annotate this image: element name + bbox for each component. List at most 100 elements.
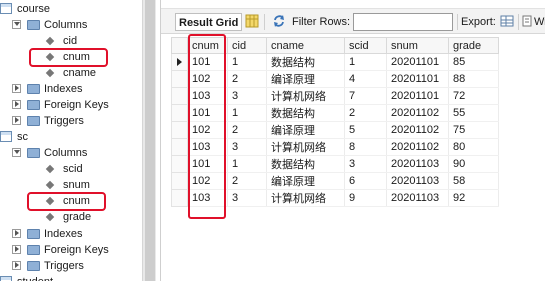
tree-course-indexes[interactable]: Indexes [0,81,140,97]
cell-cname[interactable]: 计算机网络 [266,189,345,207]
expand-icon[interactable] [12,229,21,238]
column-icon [45,212,55,222]
tree-table-sc[interactable]: sc [0,129,140,145]
navigator-scrollbar[interactable] [142,0,156,281]
scrollbar-thumb[interactable] [145,0,155,281]
cell-grade[interactable]: 88 [448,70,499,88]
tree-course-columns[interactable]: Columns [0,17,140,33]
tree-sc-indexes[interactable]: Indexes [0,226,140,242]
row-header[interactable] [171,70,188,88]
cell-cname[interactable]: 编译原理 [266,121,345,139]
tree-sc-foreign-keys[interactable]: Foreign Keys [0,242,140,258]
tree-column-grade[interactable]: grade [0,209,140,225]
column-header-cname[interactable]: cname [266,37,345,54]
row-header[interactable] [171,87,188,105]
cell-cid[interactable]: 2 [227,70,267,88]
cell-snum[interactable]: 20201102 [386,138,449,156]
cell-cid[interactable]: 3 [227,189,267,207]
column-icon [45,68,55,78]
cell-grade[interactable]: 75 [448,121,499,139]
cell-snum[interactable]: 20201101 [386,87,449,105]
expand-icon[interactable] [12,100,21,109]
cell-grade[interactable]: 58 [448,172,499,190]
cell-cid[interactable]: 2 [227,121,267,139]
tree-course-triggers[interactable]: Triggers [0,113,140,129]
row-header[interactable] [171,104,188,122]
tree-table-course[interactable]: course [0,1,140,17]
expand-icon[interactable] [12,116,21,125]
cell-grade[interactable]: 80 [448,138,499,156]
cell-grade[interactable]: 85 [448,53,499,71]
result-grid-tab[interactable]: Result Grid [175,13,243,31]
cell-cname[interactable]: 数据结构 [266,53,345,71]
filter-rows-input[interactable] [353,13,453,31]
cell-scid[interactable]: 7 [344,87,387,105]
table-label: sc [17,131,28,143]
toolbar-separator [518,14,519,30]
collapse-icon[interactable] [12,20,21,29]
cell-scid[interactable]: 8 [344,138,387,156]
tree-course-foreign-keys[interactable]: Foreign Keys [0,97,140,113]
cell-cname[interactable]: 数据结构 [266,104,345,122]
cell-grade[interactable]: 92 [448,189,499,207]
cell-cid[interactable]: 1 [227,104,267,122]
column-header-grade[interactable]: grade [448,37,499,54]
expand-icon[interactable] [12,84,21,93]
cell-snum[interactable]: 20201102 [386,104,449,122]
cell-cid[interactable]: 1 [227,155,267,173]
toolbar-separator [264,14,265,30]
column-header-scid[interactable]: scid [344,37,387,54]
cell-cname[interactable]: 计算机网络 [266,87,345,105]
cell-snum[interactable]: 20201101 [386,70,449,88]
row-header[interactable] [171,121,188,139]
cell-scid[interactable]: 5 [344,121,387,139]
table-label: student [17,274,53,281]
cell-cname[interactable]: 数据结构 [266,155,345,173]
export-icon[interactable] [500,14,514,28]
cell-scid[interactable]: 3 [344,155,387,173]
row-header[interactable] [171,189,188,207]
tree-column-scid[interactable]: scid [0,161,140,177]
cell-snum[interactable]: 20201101 [386,53,449,71]
row-header[interactable] [171,172,188,190]
cell-cname[interactable]: 编译原理 [266,70,345,88]
column-header-cid[interactable]: cid [227,37,267,54]
cell-snum[interactable]: 20201103 [386,155,449,173]
column-icon [45,36,55,46]
cell-scid[interactable]: 4 [344,70,387,88]
cell-grade[interactable]: 72 [448,87,499,105]
current-row-indicator[interactable] [171,53,188,71]
tree-sc-triggers[interactable]: Triggers [0,258,140,274]
expand-icon[interactable] [12,245,21,254]
cell-scid[interactable]: 6 [344,172,387,190]
cell-cid[interactable]: 3 [227,87,267,105]
indexes-folder-icon [27,84,40,94]
cell-scid[interactable]: 1 [344,53,387,71]
collapse-icon[interactable] [12,148,21,157]
row-header[interactable] [171,155,188,173]
cell-snum[interactable]: 20201103 [386,189,449,207]
cell-cid[interactable]: 3 [227,138,267,156]
toolbar-separator [457,14,458,30]
cell-cname[interactable]: 计算机网络 [266,138,345,156]
cell-grade[interactable]: 90 [448,155,499,173]
cell-scid[interactable]: 2 [344,104,387,122]
cell-grade[interactable]: 55 [448,104,499,122]
cell-snum[interactable]: 20201102 [386,121,449,139]
tree-column-cid[interactable]: cid [0,33,140,49]
tree-column-cname[interactable]: cname [0,65,140,81]
triggers-folder-icon [27,261,40,271]
cell-scid[interactable]: 9 [344,189,387,207]
grid-view-icon[interactable] [245,14,259,28]
tree-column-snum[interactable]: snum [0,177,140,193]
tree-sc-columns[interactable]: Columns [0,145,140,161]
cell-cname[interactable]: 编译原理 [266,172,345,190]
tree-table-student[interactable]: student [0,274,140,281]
cell-cid[interactable]: 1 [227,53,267,71]
cell-cid[interactable]: 2 [227,172,267,190]
column-header-snum[interactable]: snum [386,37,449,54]
cell-snum[interactable]: 20201103 [386,172,449,190]
expand-icon[interactable] [12,261,21,270]
row-header[interactable] [171,138,188,156]
refresh-icon[interactable] [272,14,286,28]
